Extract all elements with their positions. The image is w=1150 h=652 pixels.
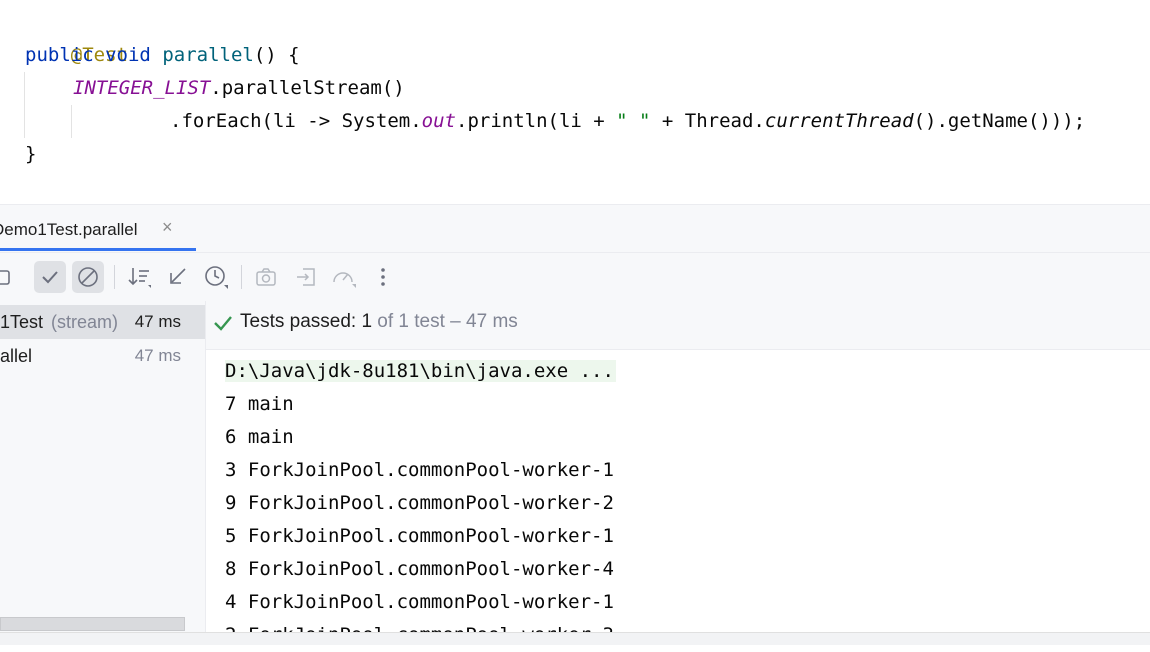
console-output-line: 7 main: [225, 393, 294, 415]
camera-icon: [256, 268, 276, 286]
close-icon[interactable]: ×: [162, 217, 173, 238]
keyword-public: public: [25, 44, 94, 66]
signature-rest: () {: [253, 44, 300, 66]
run-toolbar: [0, 253, 1150, 302]
collapse-icon: [170, 268, 186, 284]
run-tab-label: Demo1Test.parallel: [0, 220, 138, 239]
toolbar-separator: [114, 265, 115, 289]
import-button[interactable]: [290, 261, 322, 293]
foreach-part2: .println(li +: [456, 110, 617, 132]
status-rest: of 1 test – 47 ms: [372, 311, 518, 332]
keyword-void: void: [105, 44, 151, 66]
code-line-stream: INTEGER_LIST.parallelStream(): [73, 72, 405, 105]
method-name: parallel: [162, 44, 254, 66]
run-tab[interactable]: Demo1Test.parallel ×: [0, 205, 196, 252]
status-count: 1: [361, 311, 373, 332]
indent-guide: [71, 105, 72, 138]
show-passed-toggle[interactable]: [34, 261, 66, 293]
stream-call: .parallelStream(): [210, 77, 405, 99]
static-call: currentThread: [764, 110, 914, 132]
tree-item-test-method[interactable]: allel 47 ms: [0, 339, 205, 373]
foreach-part1: .forEach(li -> System.: [170, 110, 422, 132]
more-icon: [381, 268, 385, 286]
field-out: out: [421, 110, 456, 132]
stop-icon: [0, 270, 10, 285]
console-output-line: 9 ForkJoinPool.commonPool-worker-2: [225, 492, 614, 514]
snapshot-button[interactable]: [250, 261, 282, 293]
tree-item-test-class[interactable]: 1Test (stream) 47 ms: [0, 305, 205, 339]
toolbar-separator: [241, 265, 242, 289]
console-output-line: 5 ForkJoinPool.commonPool-worker-1: [225, 525, 614, 547]
history-icon: [205, 266, 228, 289]
code-line-annotation: @Test: [25, 6, 128, 66]
closing-brace: }: [25, 143, 37, 165]
string-literal: " ": [616, 110, 651, 132]
test-method-name: allel: [0, 346, 33, 366]
active-tab-indicator: [0, 248, 196, 251]
code-line-signature: public void parallel() {: [25, 39, 300, 72]
collapse-button[interactable]: [161, 261, 193, 293]
console-panel[interactable]: Tests passed: 1 of 1 test – 47 ms D:\Jav…: [206, 301, 1150, 646]
code-line-closing: }: [25, 138, 36, 171]
show-ignored-toggle[interactable]: [72, 261, 104, 293]
tree-horizontal-scrollbar[interactable]: [0, 617, 185, 631]
console-output-line: 6 main: [225, 426, 294, 448]
status-text: Tests passed: 1 of 1 test – 47 ms: [240, 311, 518, 333]
console-command-line[interactable]: D:\Java\jdk-8u181\bin\java.exe ...: [225, 355, 616, 388]
stop-button[interactable]: [0, 261, 18, 293]
test-method-time: 47 ms: [134, 346, 181, 365]
test-class-name: 1Test: [0, 312, 44, 332]
indent-guide: [24, 72, 25, 138]
foreach-part3: + Thread.: [650, 110, 765, 132]
sort-icon: [128, 268, 151, 288]
ignored-icon: [78, 267, 98, 287]
console-output-line: 4 ForkJoinPool.commonPool-worker-1: [225, 591, 614, 613]
coverage-button[interactable]: [328, 261, 360, 293]
coverage-icon: [333, 272, 356, 288]
status-strip: [0, 632, 1150, 645]
command-text[interactable]: D:\Java\jdk-8u181\bin\java.exe ...: [225, 360, 616, 382]
test-status-bar: Tests passed: 1 of 1 test – 47 ms: [206, 301, 1150, 350]
foreach-part4: ().getName()));: [913, 110, 1086, 132]
import-icon: [297, 268, 315, 286]
constant-integer-list: INTEGER_LIST: [73, 77, 211, 99]
code-line-foreach: .forEach(li -> System.out.println(li + "…: [170, 105, 1085, 138]
code-editor[interactable]: @Test public void parallel() { INTEGER_L…: [0, 0, 1150, 204]
test-tree: 1Test (stream) 47 ms allel 47 ms: [0, 301, 206, 645]
console-output-line: 3 ForkJoinPool.commonPool-worker-1: [225, 459, 614, 481]
history-button[interactable]: [200, 261, 232, 293]
console-output-line: 8 ForkJoinPool.commonPool-worker-4: [225, 558, 614, 580]
passed-check-icon: [214, 316, 232, 331]
sort-button[interactable]: [123, 261, 155, 293]
run-tool-window: Demo1Test.parallel × 1Test (stream) 47 m…: [0, 204, 1150, 646]
check-icon: [42, 271, 58, 284]
test-class-detail: (stream): [51, 312, 118, 332]
status-prefix: Tests passed:: [240, 311, 362, 332]
test-class-time: 47 ms: [134, 312, 181, 331]
more-button[interactable]: [367, 261, 399, 293]
run-tab-bar: Demo1Test.parallel ×: [0, 205, 1150, 253]
